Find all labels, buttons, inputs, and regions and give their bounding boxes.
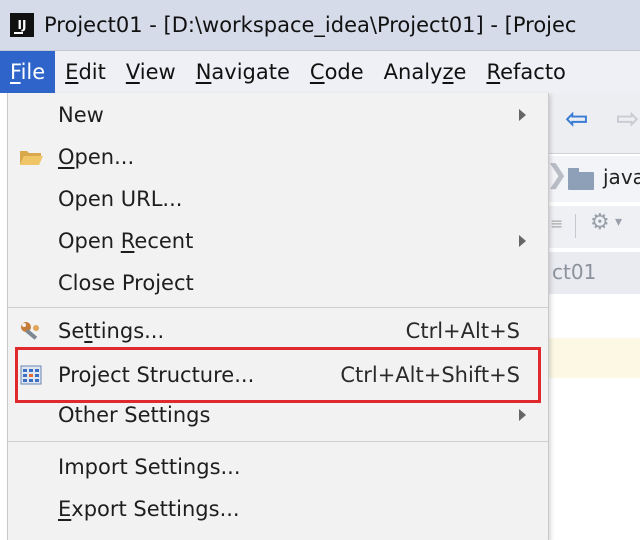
open-recent-pre: Open — [58, 229, 121, 253]
menu-code[interactable]: Code — [300, 51, 374, 93]
menu-view-rest: iew — [139, 60, 176, 84]
menu-item-import-settings-label: Import Settings... — [58, 455, 241, 479]
menu-item-new-label: New — [58, 103, 104, 127]
menu-item-export-settings[interactable]: Export Settings... — [8, 489, 548, 529]
menu-item-close-project-label: Close Project — [58, 271, 194, 295]
settings-shortcut: Ctrl+Alt+S — [405, 319, 520, 343]
export-rest: xport Settings... — [71, 497, 240, 521]
menu-refactor-rest: efacto — [500, 60, 566, 84]
submenu-arrow-icon — [519, 109, 526, 121]
project-tree-root-label[interactable]: ct01 — [552, 260, 596, 284]
breadcrumb-chevron-icon: ❯ — [546, 160, 568, 190]
menu-file-mnemonic: F — [10, 60, 21, 84]
menu-item-open[interactable]: Open... — [8, 137, 548, 177]
menu-item-open-recent-label: Open Recent — [58, 229, 193, 253]
menu-view-mnemonic: V — [125, 60, 140, 84]
menu-item-new[interactable]: New — [8, 95, 548, 135]
settings-rest: tings... — [92, 319, 165, 343]
menu-separator — [8, 441, 548, 442]
open-recent-rest: ecent — [134, 229, 194, 253]
settings-pre: Se — [58, 319, 85, 343]
chevron-down-icon[interactable]: ▾ — [615, 214, 622, 230]
menu-analyze[interactable]: Analyze — [374, 51, 477, 93]
menu-refactor-mnemonic: R — [486, 60, 501, 84]
menu-item-open-label: Open... — [58, 145, 134, 169]
open-recent-mnemonic: R — [120, 229, 135, 253]
menu-navigate-rest: avigate — [211, 60, 290, 84]
submenu-arrow-icon — [519, 235, 526, 247]
menu-item-import-settings[interactable]: Import Settings... — [8, 447, 548, 487]
window-title-bar: IJ Project01 - [D:\workspace_idea\Projec… — [0, 0, 640, 51]
export-mnemonic: E — [58, 497, 72, 521]
menu-edit[interactable]: Edit — [55, 51, 116, 93]
gear-icon[interactable]: ⚙ — [590, 210, 610, 235]
toolbar-separator — [575, 214, 576, 238]
folder-open-icon — [20, 151, 43, 165]
wrench-icon — [21, 322, 39, 340]
menu-view[interactable]: View — [116, 51, 186, 93]
back-arrow-icon[interactable]: ⇦ — [565, 105, 595, 133]
editor-notification-strip — [548, 338, 640, 378]
menu-refactor[interactable]: Refacto — [476, 51, 575, 93]
window-title: Project01 - [D:\workspace_idea\Project01… — [44, 13, 577, 37]
file-menu-dropdown: New Open... Open URL... Open Recent Clos… — [7, 93, 549, 540]
menu-navigate[interactable]: Navigate — [186, 51, 300, 93]
menu-code-rest: ode — [324, 60, 364, 84]
menu-analyze-mnemonic: z — [442, 60, 454, 84]
open-mnemonic: O — [58, 145, 75, 169]
forward-arrow-icon[interactable]: ⇨ — [616, 105, 639, 133]
menu-separator — [8, 307, 548, 308]
menu-item-open-recent[interactable]: Open Recent — [8, 221, 548, 261]
menu-analyze-rest: e — [453, 60, 467, 84]
menu-edit-mnemonic: E — [65, 60, 79, 84]
breadcrumb-folder-label[interactable]: java — [603, 165, 640, 189]
menu-file-rest: ile — [20, 60, 46, 84]
highlight-annotation — [15, 347, 541, 403]
menu-item-open-url-label: Open URL... — [58, 187, 183, 211]
menu-item-open-url[interactable]: Open URL... — [8, 179, 548, 219]
menu-item-settings[interactable]: Settings... Ctrl+Alt+S — [8, 311, 548, 351]
folder-icon — [568, 168, 594, 190]
menu-file[interactable]: File — [0, 51, 56, 93]
menu-navigate-mnemonic: N — [195, 60, 212, 84]
menu-bar: File Edit View Navigate Code Analyze Ref… — [0, 51, 640, 93]
menu-item-other-settings-label: Other Settings — [58, 403, 211, 427]
intellij-app-icon: IJ — [10, 13, 34, 37]
menu-item-export-settings-label: Export Settings... — [58, 497, 240, 521]
collapse-icon[interactable]: ≡ — [550, 214, 563, 233]
menu-item-close-project[interactable]: Close Project — [8, 263, 548, 303]
menu-item-settings-label: Settings... — [58, 319, 164, 343]
open-rest: pen... — [74, 145, 135, 169]
menu-analyze-pre: Analy — [383, 60, 443, 84]
menu-code-mnemonic: C — [309, 60, 325, 84]
menu-edit-rest: dit — [78, 60, 106, 84]
submenu-arrow-icon — [519, 409, 526, 421]
